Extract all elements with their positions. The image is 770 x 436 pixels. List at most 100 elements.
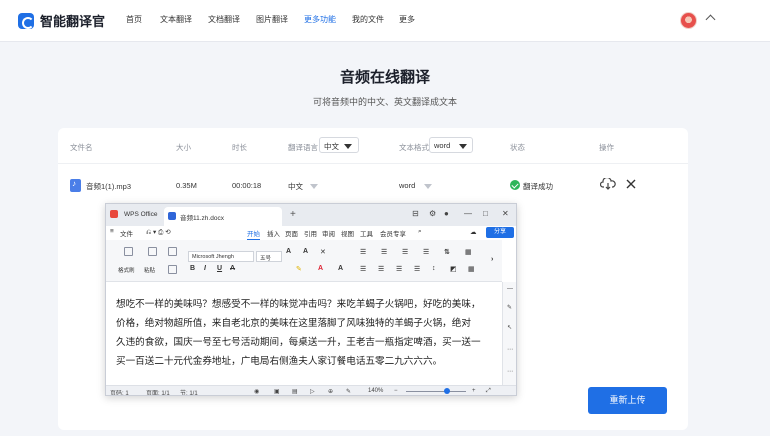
chevron-down-icon [310,184,318,189]
char-border-icon[interactable]: A [338,265,343,272]
read-mode-icon[interactable]: ▤ [292,388,298,395]
avatar[interactable] [680,12,697,29]
view-mode-icon[interactable]: ▣ [274,388,280,395]
row-format[interactable]: word [399,181,415,190]
minimize-icon[interactable]: — [464,209,472,218]
nav-doc-translate[interactable]: 文档翻译 [208,14,256,25]
paste-icon[interactable] [148,247,157,256]
close-icon[interactable] [625,178,637,190]
underline-icon[interactable]: U [217,265,222,272]
ribbon-tab-bar: ≡ 文件 ⎌ ▾ ⎙ ⟲ 开始 插入 页面 引用 审阅 视图 工具 会员专享 ⌕… [106,226,516,240]
zoom-out-icon[interactable]: − [394,388,398,394]
font-size-select[interactable]: 五号 [256,251,282,262]
web-icon[interactable]: ⊕ [328,388,333,395]
tab-view[interactable]: 视图 [341,228,354,238]
align-center-icon[interactable]: ☰ [378,265,384,273]
share-button[interactable]: 分享 [486,227,514,238]
align-left-icon[interactable]: ☰ [360,265,366,273]
bold-icon[interactable]: B [190,265,195,272]
collapse-icon[interactable]: — [507,286,513,292]
table-border-icon[interactable]: ▦ [468,265,475,273]
window-close-icon[interactable]: ✕ [502,209,509,218]
app-logo[interactable]: 智能翻译官 [18,11,105,30]
italic-icon[interactable]: I [204,265,206,272]
zoom-in-icon[interactable]: + [472,388,476,394]
tab-file[interactable]: 文件 [120,228,133,238]
settings-icon[interactable]: ⚙ [429,209,436,218]
search-icon[interactable]: ⌕ [418,228,422,236]
fit-icon[interactable]: ⤢ [486,388,491,395]
border-icon[interactable]: ▦ [465,248,472,256]
pen-icon[interactable]: ✎ [507,304,512,311]
doc-line-2: 价格，绝对物超所值，来自老北京的美味在这里落脚了风味独特的羊蝎子火锅，绝对 [116,318,471,329]
tab-member[interactable]: 会员专享 [380,228,406,238]
wps-doc-tab[interactable]: 音频11.zh.docx [164,207,282,226]
ribbon-expand-icon[interactable]: › [491,256,493,263]
shading-icon[interactable]: ◩ [450,265,457,273]
more-icon[interactable]: ⋯ [507,368,513,375]
format-painter-icon[interactable] [124,247,133,256]
strikethrough-icon[interactable]: A [230,265,235,272]
lang-select[interactable]: 中文 [319,137,359,153]
clear-format-icon[interactable]: ✕ [320,248,326,256]
undo-redo-icon[interactable]: ⎌ ▾ ⎙ ⟲ [146,228,171,237]
doc-file-icon [168,212,176,220]
document-body[interactable]: 想吃不一样的美味吗？想感受不一样的味觉冲击吗？来吃羊蝎子火锅吧，好吃的美味， 价… [106,282,502,385]
status-section: 节: 1/1 [180,391,198,396]
font-name-select[interactable]: Microsoft Jhengh [188,251,254,262]
nav-more-features[interactable]: 更多功能 [304,14,352,25]
more-icon[interactable]: ⋯ [507,346,513,353]
justify-icon[interactable]: ☰ [414,265,420,273]
chevron-up-icon[interactable] [705,14,716,25]
cloud-download-icon[interactable] [600,178,616,190]
app-name: 智能翻译官 [40,14,106,29]
tab-insert[interactable]: 插入 [267,228,280,238]
header-size: 大小 [176,143,191,152]
nav-home[interactable]: 首页 [126,14,160,25]
write-icon[interactable]: ✎ [346,388,351,395]
new-tab-icon[interactable]: + [290,209,296,220]
nav-my-files[interactable]: 我的文件 [352,14,399,25]
zoom-slider[interactable] [406,391,466,392]
nav-image-translate[interactable]: 图片翻译 [256,14,304,25]
nav-text-translate[interactable]: 文本翻译 [160,14,208,25]
tab-review[interactable]: 审阅 [322,228,335,238]
layout-icon[interactable]: ⊟ [412,209,419,218]
nav-more[interactable]: 更多 [399,14,429,25]
font-name-value: Microsoft Jhengh [192,254,234,260]
copy-icon[interactable] [168,265,177,274]
menu-icon[interactable]: ≡ [110,228,114,235]
numbering-icon[interactable]: ☰ [381,248,387,256]
grow-font-icon[interactable]: A [286,248,291,255]
zoom-slider-handle[interactable] [444,388,450,394]
main-nav: 首页 文本翻译 文档翻译 图片翻译 更多功能 我的文件 更多 [126,14,429,25]
wps-app-tab[interactable]: WPS Office [110,208,161,222]
eye-icon[interactable]: ◉ [254,388,259,395]
cut-icon[interactable] [168,247,177,256]
cloud-icon[interactable]: ☁ [470,228,477,236]
shrink-font-icon[interactable]: A [303,248,308,255]
reupload-button[interactable]: 重新上传 [588,387,667,414]
row-lang[interactable]: 中文 [288,181,303,192]
sort-icon[interactable]: ⇅ [444,248,450,256]
highlight-icon[interactable]: ✎ [296,265,302,273]
audio-file-icon [70,179,81,192]
bullets-icon[interactable]: ☰ [360,248,366,256]
tab-tools[interactable]: 工具 [360,228,373,238]
chevron-down-icon [459,144,467,149]
doc-line-4: 买一百送二十元代金券地址，广电局右侧渔夫人家订餐电话五零二九六六六。 [116,356,443,367]
maximize-icon[interactable]: □ [483,209,488,218]
outdent-icon[interactable]: ☰ [402,248,408,256]
play-icon[interactable]: ▷ [310,388,315,395]
select-icon[interactable]: ↖ [507,324,512,331]
indent-icon[interactable]: ☰ [423,248,429,256]
header-filename: 文件名 [70,143,93,152]
tab-page[interactable]: 页面 [285,228,298,238]
align-right-icon[interactable]: ☰ [396,265,402,273]
status-pages: 页面: 1/1 [146,391,170,396]
user-icon[interactable]: ● [444,209,449,218]
tab-reference[interactable]: 引用 [304,228,317,238]
font-color-icon[interactable]: A [318,265,323,272]
tab-start[interactable]: 开始 [247,228,260,240]
line-spacing-icon[interactable]: ↕ [432,265,436,272]
